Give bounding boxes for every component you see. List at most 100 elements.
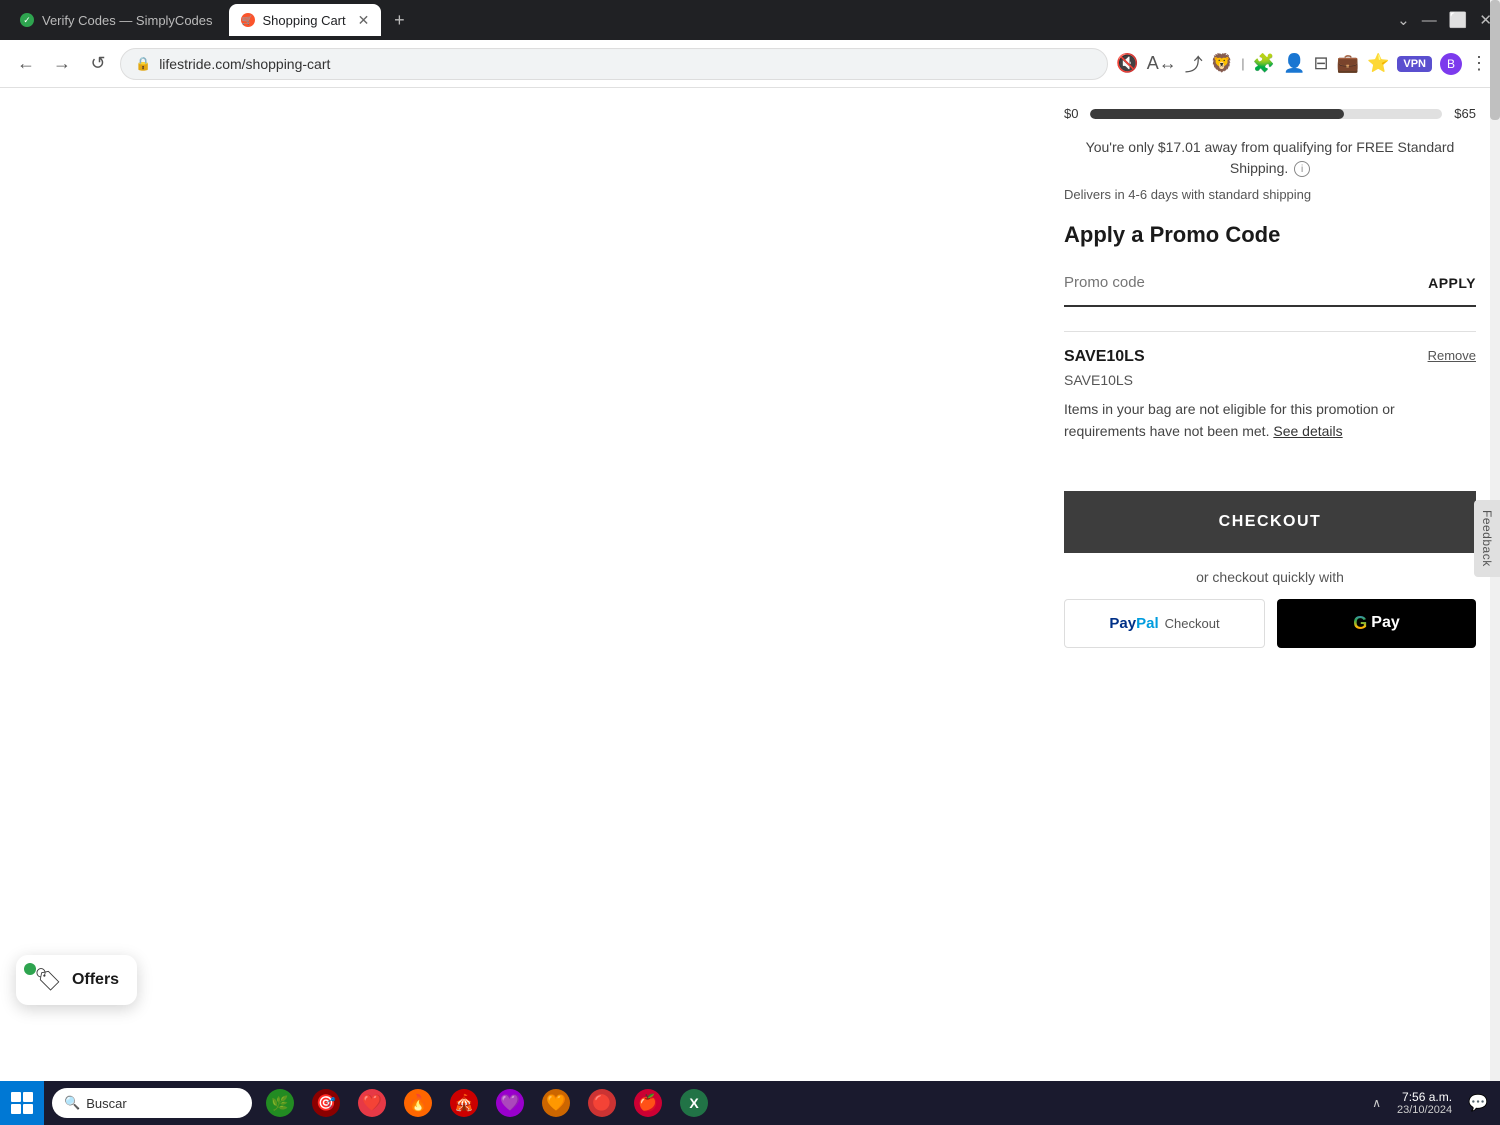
offers-label: Offers — [72, 971, 119, 989]
paypal-checkout-button[interactable]: PayPal Checkout — [1064, 599, 1265, 648]
sidebar-toggle-icon[interactable]: ⊟ — [1313, 53, 1328, 74]
taskbar-icon-5[interactable]: 🎪 — [444, 1081, 484, 1125]
app-icon-5: 🎪 — [450, 1089, 478, 1117]
app-icon-8: 🔴 — [588, 1089, 616, 1117]
search-icon: 🔍 — [64, 1095, 80, 1111]
or-text: or checkout quickly with — [1064, 569, 1476, 585]
applied-code-name: SAVE10LS — [1064, 348, 1145, 366]
code-message: Items in your bag are not eligible for t… — [1064, 398, 1476, 443]
taskbar-clock: 7:56 a.m. 23/10/2024 — [1397, 1090, 1452, 1116]
progress-label-right: $65 — [1454, 106, 1476, 121]
taskbar-icon-4[interactable]: 🔥 — [398, 1081, 438, 1125]
tab-verify-label: Verify Codes — SimplyCodes — [42, 13, 213, 28]
nav-bar: ← → ↺ 🔒 lifestride.com/shopping-cart 🔇 A… — [0, 40, 1500, 88]
taskbar-icon-6[interactable]: 💜 — [490, 1081, 530, 1125]
offers-widget[interactable]: 🏷 Offers — [16, 955, 137, 1005]
promo-code-input[interactable] — [1064, 268, 1428, 297]
back-button[interactable]: ← — [12, 50, 40, 78]
app-icon-excel: X — [680, 1089, 708, 1117]
code-row: SAVE10LS Remove — [1064, 348, 1476, 366]
share-icon[interactable]: ⤴ — [1185, 51, 1203, 77]
taskbar-sys-icons: ∧ — [1372, 1096, 1381, 1110]
gpay-button[interactable]: G Pay — [1277, 599, 1476, 648]
taskbar: 🔍 Buscar 🌿 🎯 ❤️ 🔥 🎪 💜 🧡 🔴 🍎 — [0, 1081, 1500, 1125]
checkout-button[interactable]: CHECKOUT — [1064, 491, 1476, 553]
extensions-icon[interactable]: 🧩 — [1253, 53, 1275, 74]
wallet-icon[interactable]: 💼 — [1337, 53, 1359, 74]
address-bar[interactable]: 🔒 lifestride.com/shopping-cart — [120, 48, 1108, 80]
info-icon[interactable]: i — [1294, 161, 1310, 177]
tab-close-icon[interactable]: ✕ — [358, 12, 370, 29]
quick-checkout-row: PayPal Checkout G Pay — [1064, 599, 1476, 648]
maximize-icon[interactable]: ⬜ — [1449, 11, 1468, 29]
gpay-label: Pay — [1371, 614, 1399, 632]
app-icon-3: ❤️ — [358, 1089, 386, 1117]
app-icon-green: 🌿 — [266, 1089, 294, 1117]
taskbar-app-icons: 🌿 🎯 ❤️ 🔥 🎪 💜 🧡 🔴 🍎 X — [260, 1081, 714, 1125]
google-g-icon: G — [1353, 613, 1367, 634]
nav-right-controls: 🔇 A↔ ⤴ 🦁 | 🧩 👤 ⊟ 💼 ⭐ VPN B ⋮ — [1116, 51, 1488, 77]
brave-shield-icon[interactable]: 🦁 — [1211, 53, 1233, 74]
minimize-icon[interactable]: — — [1422, 12, 1437, 29]
tab-bar-controls: ⌄ — ⬜ ✕ — [1397, 11, 1492, 29]
divider — [1064, 331, 1476, 332]
profile-circle-icon[interactable]: B — [1440, 53, 1462, 75]
app-icon-6: 💜 — [496, 1089, 524, 1117]
search-placeholder: Buscar — [86, 1096, 126, 1111]
tab-list-icon[interactable]: ⌄ — [1397, 11, 1410, 29]
taskbar-arrow-icon[interactable]: ∧ — [1372, 1096, 1381, 1110]
tab-cart[interactable]: 🛒 Shopping Cart ✕ — [229, 4, 382, 36]
profile-icon[interactable]: 👤 — [1283, 53, 1305, 74]
new-tab-button[interactable]: + — [385, 6, 413, 34]
progress-bar — [1090, 109, 1442, 119]
vpn-badge[interactable]: VPN — [1397, 56, 1432, 72]
remove-button[interactable]: Remove — [1428, 348, 1476, 363]
menu-icon[interactable]: ⋮ — [1470, 53, 1488, 74]
audio-icon[interactable]: 🔇 — [1116, 53, 1138, 74]
app-icon-red: 🎯 — [312, 1089, 340, 1117]
taskbar-icon-2[interactable]: 🎯 — [306, 1081, 346, 1125]
forward-button[interactable]: → — [48, 50, 76, 78]
windows-logo — [11, 1092, 33, 1114]
taskbar-search[interactable]: 🔍 Buscar — [52, 1088, 252, 1118]
taskbar-icon-1[interactable]: 🌿 — [260, 1081, 300, 1125]
delivery-text: Delivers in 4-6 days with standard shipp… — [1064, 187, 1476, 202]
progress-bar-fill — [1090, 109, 1343, 119]
app-icon-7: 🧡 — [542, 1089, 570, 1117]
taskbar-icon-9[interactable]: 🍎 — [628, 1081, 668, 1125]
browser-chrome: ✓ Verify Codes — SimplyCodes 🛒 Shopping … — [0, 0, 1500, 88]
site-info-icon: 🔒 — [135, 56, 151, 72]
translate-icon[interactable]: A↔ — [1147, 53, 1177, 74]
favorites-icon[interactable]: ⭐ — [1367, 53, 1389, 74]
scrollbar-thumb[interactable] — [1490, 0, 1500, 120]
applied-code-section: SAVE10LS Remove SAVE10LS Items in your b… — [1064, 348, 1476, 443]
tab-verify-icon: ✓ — [20, 13, 34, 27]
app-icon-4: 🔥 — [404, 1089, 432, 1117]
code-subtitle: SAVE10LS — [1064, 372, 1476, 388]
taskbar-icon-excel[interactable]: X — [674, 1081, 714, 1125]
promo-title: Apply a Promo Code — [1064, 222, 1476, 248]
progress-section: $0 $65 — [1064, 88, 1476, 129]
paypal-checkout-label: Checkout — [1165, 616, 1220, 631]
tab-bar: ✓ Verify Codes — SimplyCodes 🛒 Shopping … — [0, 0, 1500, 40]
notifications-icon[interactable]: 💬 — [1468, 1093, 1488, 1113]
reload-button[interactable]: ↺ — [84, 50, 112, 78]
feedback-tab-label[interactable]: Feedback — [1474, 500, 1500, 577]
tab-cart-icon: 🛒 — [241, 13, 255, 27]
see-details-link[interactable]: See details — [1273, 423, 1342, 439]
tab-verify[interactable]: ✓ Verify Codes — SimplyCodes — [8, 4, 225, 36]
taskbar-icon-7[interactable]: 🧡 — [536, 1081, 576, 1125]
app-icon-9: 🍎 — [634, 1089, 662, 1117]
taskbar-right: ∧ 7:56 a.m. 23/10/2024 💬 — [1372, 1090, 1500, 1116]
feedback-tab[interactable]: Feedback — [1474, 500, 1500, 577]
progress-label-left: $0 — [1064, 106, 1078, 121]
taskbar-date: 23/10/2024 — [1397, 1104, 1452, 1116]
page-content: $0 $65 You're only $17.01 away from qual… — [0, 88, 1500, 1081]
shipping-qualify-text: You're only $17.01 away from qualifying … — [1064, 137, 1476, 179]
url-text: lifestride.com/shopping-cart — [159, 56, 1093, 72]
taskbar-icon-8[interactable]: 🔴 — [582, 1081, 622, 1125]
apply-button[interactable]: APPLY — [1428, 275, 1476, 291]
taskbar-icon-3[interactable]: ❤️ — [352, 1081, 392, 1125]
left-area — [0, 88, 1040, 1081]
start-button[interactable] — [0, 1081, 44, 1125]
